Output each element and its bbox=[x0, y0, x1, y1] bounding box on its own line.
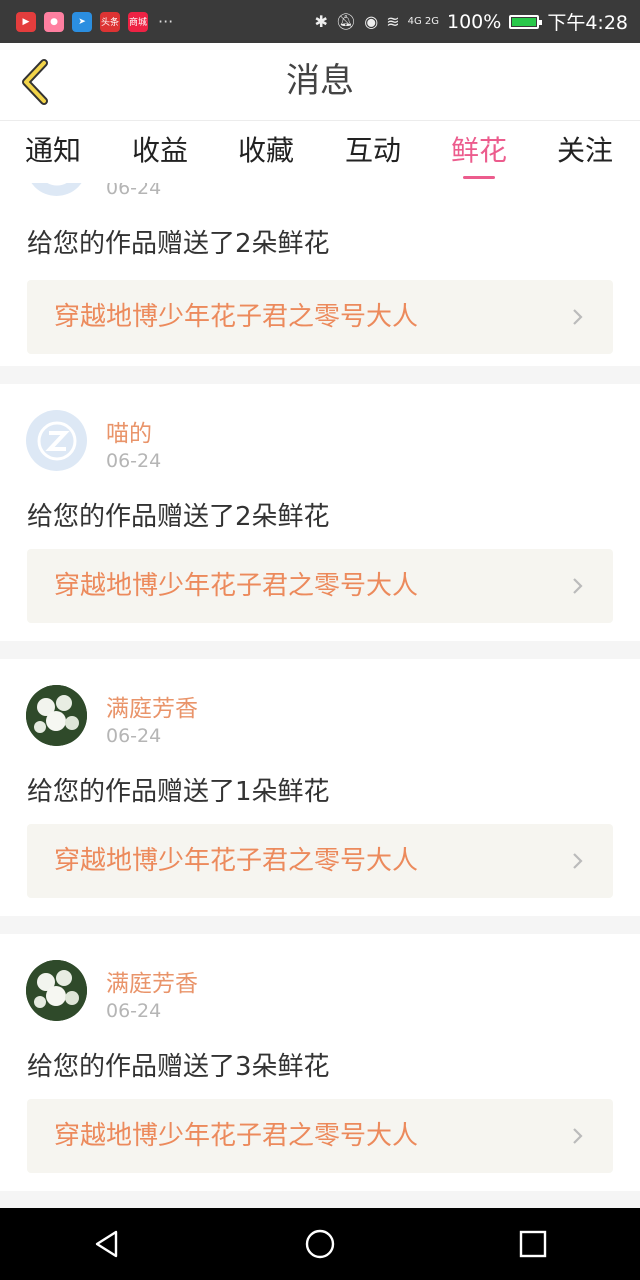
tab-favorites[interactable]: 收藏 bbox=[213, 121, 319, 183]
more-notifications-icon: ··· bbox=[158, 12, 174, 31]
header: 消息 bbox=[0, 43, 640, 121]
date: 06-24 bbox=[106, 1000, 162, 1022]
list-item: 喵的 06-24 给您的作品赠送了2朵鲜花 穿越地博少年花子君之零号大人 bbox=[0, 384, 640, 641]
flower-avatar-image bbox=[26, 685, 87, 746]
date: 06-24 bbox=[106, 725, 162, 747]
square-recents-icon bbox=[520, 1230, 547, 1258]
flower-avatar-image bbox=[26, 960, 87, 1021]
battery-percent: 100% bbox=[447, 10, 502, 33]
work-link[interactable]: 穿越地博少年花子君之零号大人 bbox=[27, 1099, 613, 1173]
qq-avatar-icon bbox=[37, 421, 76, 460]
chevron-right-icon bbox=[573, 309, 583, 325]
date: 06-24 bbox=[106, 450, 162, 472]
work-title: 穿越地博少年花子君之零号大人 bbox=[54, 302, 419, 332]
work-title: 穿越地博少年花子君之零号大人 bbox=[54, 1121, 419, 1151]
list-item: 06-24 给您的作品赠送了2朵鲜花 穿越地博少年花子君之零号大人 bbox=[0, 183, 640, 366]
chevron-right-icon bbox=[573, 1128, 583, 1144]
telegram-icon: ➤ bbox=[72, 11, 92, 32]
bluetooth-icon: ✱ bbox=[314, 12, 328, 31]
gift-message: 给您的作品赠送了2朵鲜花 bbox=[27, 502, 330, 532]
list-item: 满庭芳香 06-24 给您的作品赠送了3朵鲜花 穿越地博少年花子君之零号大人 bbox=[0, 934, 640, 1191]
chevron-right-icon bbox=[573, 853, 583, 869]
clock: 下午4:28 bbox=[547, 12, 628, 34]
nav-home-button[interactable] bbox=[270, 1208, 370, 1280]
tab-label: 通知 bbox=[24, 134, 81, 167]
qq-avatar-icon bbox=[47, 183, 66, 185]
eye-icon: ◉ bbox=[364, 12, 379, 31]
gift-message: 给您的作品赠送了1朵鲜花 bbox=[27, 777, 330, 807]
circle-home-icon bbox=[305, 1229, 335, 1259]
page-title: 消息 bbox=[286, 61, 354, 101]
avatar[interactable] bbox=[26, 410, 87, 471]
video-app-icon: ▶ bbox=[16, 11, 36, 32]
status-bar: ▶ ● ➤ 头条 商城 ··· ✱ 🔕︎ ◉ ≋ 4G 2G 100% 下午4:… bbox=[0, 0, 640, 43]
notification-icons: ▶ ● ➤ 头条 商城 ··· bbox=[16, 11, 174, 32]
tab-follow[interactable]: 关注 bbox=[532, 121, 638, 183]
flower-message-list[interactable]: 06-24 给您的作品赠送了2朵鲜花 穿越地博少年花子君之零号大人 喵的 06-… bbox=[0, 183, 640, 1208]
gift-message: 给您的作品赠送了2朵鲜花 bbox=[27, 229, 330, 259]
work-title: 穿越地博少年花子君之零号大人 bbox=[54, 571, 419, 601]
work-link[interactable]: 穿越地博少年花子君之零号大人 bbox=[27, 824, 613, 898]
tab-label: 互动 bbox=[344, 134, 401, 167]
tab-label: 关注 bbox=[556, 134, 613, 167]
mall-app-icon: 商城 bbox=[128, 11, 148, 32]
gift-message: 给您的作品赠送了3朵鲜花 bbox=[27, 1052, 330, 1082]
tab-label: 收益 bbox=[131, 134, 188, 167]
date: 06-24 bbox=[106, 183, 162, 199]
system-icons: ✱ 🔕︎ ◉ ≋ 4G 2G 100% 下午4:28 bbox=[315, 8, 629, 35]
tab-notice[interactable]: 通知 bbox=[0, 121, 106, 183]
nav-back-button[interactable] bbox=[57, 1208, 157, 1280]
tab-label: 收藏 bbox=[237, 134, 294, 167]
tab-bar: 通知 收益 收藏 互动 鲜花 关注 bbox=[0, 121, 640, 183]
chevron-right-icon bbox=[573, 578, 583, 594]
chevron-left-icon bbox=[22, 59, 48, 105]
sender-name[interactable]: 满庭芳香 bbox=[106, 964, 198, 998]
triangle-back-icon bbox=[95, 1230, 117, 1258]
nav-recents-button[interactable] bbox=[483, 1208, 583, 1280]
toutiao-app-icon: 头条 bbox=[100, 11, 120, 32]
battery-icon bbox=[509, 14, 543, 29]
back-button[interactable] bbox=[14, 57, 54, 107]
wifi-icon: ≋ bbox=[386, 12, 400, 31]
tab-flowers[interactable]: 鲜花 bbox=[426, 121, 532, 183]
tab-earnings[interactable]: 收益 bbox=[107, 121, 213, 183]
list-item: 满庭芳香 06-24 给您的作品赠送了1朵鲜花 穿越地博少年花子君之零号大人 bbox=[0, 659, 640, 916]
sender-name[interactable]: 喵的 bbox=[106, 414, 152, 448]
work-title: 穿越地博少年花子君之零号大人 bbox=[54, 846, 419, 876]
system-nav-bar bbox=[0, 1208, 640, 1280]
cat-app-icon: ● bbox=[44, 11, 64, 32]
battery-fill bbox=[512, 17, 537, 26]
mute-icon: 🔕︎ bbox=[335, 12, 357, 31]
avatar[interactable] bbox=[26, 960, 87, 1021]
sender-name[interactable]: 满庭芳香 bbox=[106, 689, 198, 723]
active-tab-indicator bbox=[463, 176, 495, 179]
tab-interaction[interactable]: 互动 bbox=[320, 121, 426, 183]
avatar[interactable] bbox=[26, 183, 87, 196]
signal-icon: 4G 2G bbox=[407, 16, 439, 27]
work-link[interactable]: 穿越地博少年花子君之零号大人 bbox=[27, 280, 613, 354]
tab-label: 鲜花 bbox=[450, 134, 507, 167]
avatar[interactable] bbox=[26, 685, 87, 746]
work-link[interactable]: 穿越地博少年花子君之零号大人 bbox=[27, 549, 613, 623]
